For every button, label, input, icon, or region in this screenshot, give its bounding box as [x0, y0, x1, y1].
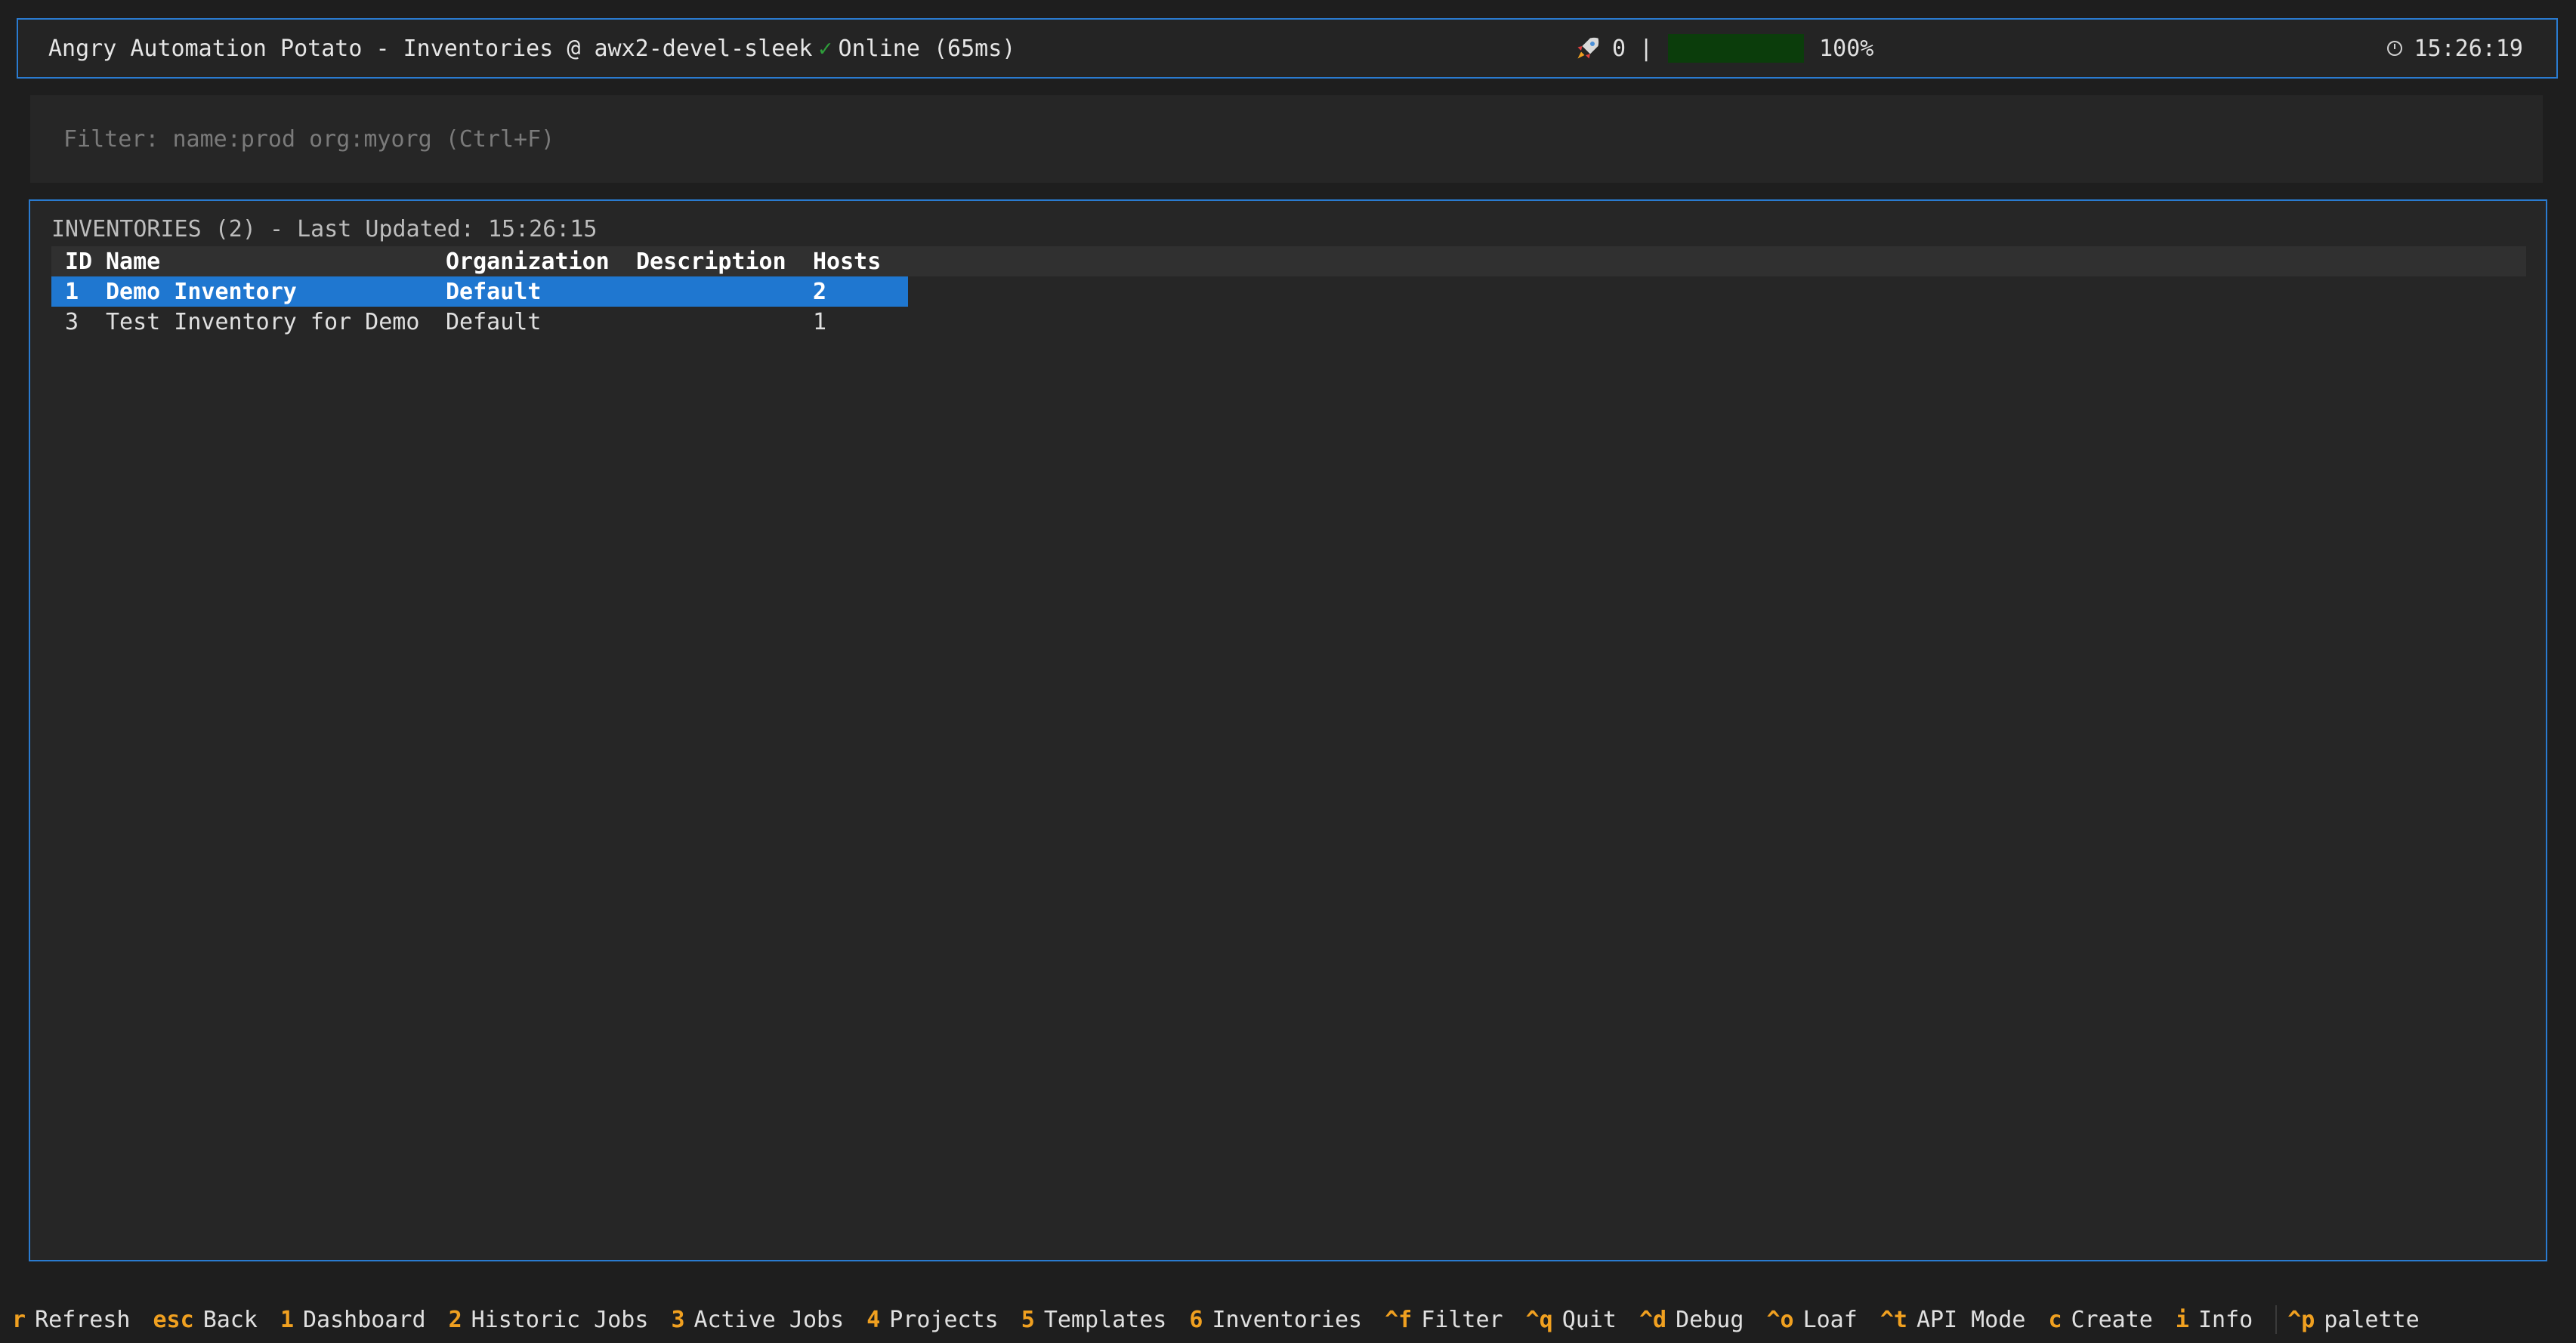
- cell-id: 1: [65, 278, 79, 305]
- shortcut-dashboard[interactable]: 1 Dashboard: [280, 1307, 426, 1333]
- cell-name: Demo Inventory: [106, 278, 297, 305]
- column-header-organization[interactable]: Organization: [446, 249, 636, 275]
- shortcut-label: Refresh: [35, 1306, 131, 1333]
- shortcut-key: 3: [671, 1306, 685, 1333]
- shortcut-api-mode[interactable]: ^t API Mode: [1880, 1307, 2026, 1333]
- shortcut-create[interactable]: c Create: [2048, 1307, 2152, 1333]
- shortcut-bar: r Refresh esc Back 1 Dashboard 2 Historic Jo…: [12, 1302, 2568, 1337]
- shortcut-historic-jobs[interactable]: 2 Historic Jobs: [449, 1307, 649, 1333]
- running-jobs-count: 0: [1612, 35, 1626, 62]
- shortcut-label: Templates: [1043, 1306, 1167, 1333]
- shortcut-debug[interactable]: ^d Debug: [1639, 1307, 1744, 1333]
- shortcut-key: 6: [1189, 1306, 1203, 1333]
- column-header-hosts[interactable]: Hosts: [813, 249, 896, 275]
- column-header-name[interactable]: Name: [106, 249, 446, 275]
- shortcut-key: ^p: [2287, 1306, 2315, 1333]
- shortcut-label: Loaf: [1802, 1306, 1858, 1333]
- inventories-panel: INVENTORIES (2) - Last Updated: 15:26:15…: [29, 199, 2547, 1261]
- filter-input[interactable]: [30, 95, 2543, 183]
- shortcut-quit[interactable]: ^q Quit: [1526, 1307, 1617, 1333]
- shortcut-key: ^d: [1639, 1306, 1667, 1333]
- online-check-icon: ✓: [818, 35, 832, 62]
- shortcut-key: i: [2175, 1306, 2189, 1333]
- shortcut-refresh[interactable]: r Refresh: [12, 1307, 131, 1333]
- shortcut-key: 5: [1021, 1306, 1035, 1333]
- column-header-description[interactable]: Description: [636, 249, 813, 275]
- shortcut-info[interactable]: i Info: [2176, 1307, 2253, 1333]
- shortcut-key: ^f: [1385, 1306, 1413, 1333]
- shortcut-back[interactable]: esc Back: [153, 1307, 258, 1333]
- shortcut-key: 4: [866, 1306, 881, 1333]
- inventories-table: ID Name Organization Description Hosts 1…: [51, 246, 2526, 337]
- shortcut-inventories[interactable]: 6 Inventories: [1189, 1307, 1362, 1333]
- shortcut-label: Quit: [1561, 1306, 1617, 1333]
- cell-hosts: 1: [813, 308, 827, 335]
- shortcut-key: ^o: [1766, 1306, 1794, 1333]
- shortcut-label: Create: [2071, 1306, 2153, 1333]
- health-progress-bar: [1668, 34, 1805, 63]
- shortcut-projects[interactable]: 4 Projects: [866, 1307, 999, 1333]
- shortcut-label: Debug: [1676, 1306, 1744, 1333]
- job-indicator: 0 | 100%: [1574, 20, 1873, 77]
- shortcut-key: 2: [448, 1306, 462, 1333]
- shortcut-label: Inventories: [1212, 1306, 1363, 1333]
- shortcut-label: Filter: [1421, 1306, 1503, 1333]
- shortcut-key: c: [2048, 1306, 2062, 1333]
- current-time: 15:26:19: [2414, 35, 2524, 62]
- shortcut-key: ^q: [1525, 1306, 1553, 1333]
- header-separator: |: [1639, 35, 1654, 62]
- shortcut-palette[interactable]: ^p palette: [2287, 1307, 2420, 1333]
- cell-organization: Default: [446, 278, 542, 305]
- shortcut-label: Historic Jobs: [471, 1306, 649, 1333]
- clock-icon: [2386, 41, 2402, 56]
- rocket-icon: [1577, 37, 1599, 59]
- cell-organization: Default: [446, 308, 542, 335]
- shortcut-label: palette: [2324, 1306, 2420, 1333]
- header-bar: Angry Automation Potato - Inventories @ …: [17, 18, 2558, 79]
- app-window: Angry Automation Potato - Inventories @ …: [0, 0, 2576, 1343]
- app-title: Angry Automation Potato - Inventories @ …: [48, 35, 813, 62]
- shortcut-active-jobs[interactable]: 3 Active Jobs: [671, 1307, 844, 1333]
- connection-status: Online (65ms): [838, 35, 1016, 62]
- column-header-id[interactable]: ID: [51, 249, 106, 275]
- shortcut-label: Projects: [889, 1306, 999, 1333]
- panel-title: INVENTORIES (2) - Last Updated: 15:26:15: [51, 216, 598, 242]
- shortcut-filter[interactable]: ^f Filter: [1385, 1307, 1503, 1333]
- shortcut-label: Active Jobs: [693, 1306, 845, 1333]
- cell-id: 3: [65, 308, 79, 335]
- shortcut-templates[interactable]: 5 Templates: [1021, 1307, 1167, 1333]
- shortcut-label: Back: [202, 1306, 258, 1333]
- footer-divider: [2275, 1305, 2278, 1334]
- table-header-row: ID Name Organization Description Hosts: [51, 246, 2526, 276]
- shortcut-key: ^t: [1879, 1306, 1907, 1333]
- shortcut-label: Info: [2198, 1306, 2253, 1333]
- shortcut-key: esc: [153, 1306, 194, 1333]
- shortcut-key: 1: [280, 1306, 294, 1333]
- cell-hosts: 2: [813, 278, 827, 305]
- shortcut-label: API Mode: [1916, 1306, 2026, 1333]
- clock: 15:26:19: [2386, 20, 2524, 77]
- table-row[interactable]: 3 Test Inventory for Demo Default 1: [51, 307, 908, 337]
- table-row[interactable]: 1 Demo Inventory Default 2: [51, 276, 908, 307]
- cell-name: Test Inventory for Demo: [106, 308, 420, 335]
- shortcut-key: r: [12, 1306, 26, 1333]
- shortcut-label: Dashboard: [303, 1306, 426, 1333]
- shortcut-loaf[interactable]: ^o Loaf: [1766, 1307, 1857, 1333]
- health-progress-label: 100%: [1819, 35, 1874, 62]
